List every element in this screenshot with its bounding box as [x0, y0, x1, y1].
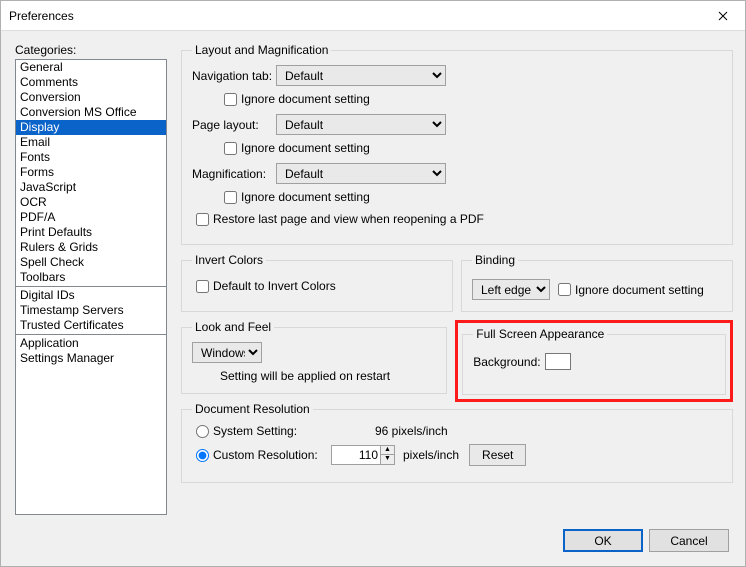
category-item[interactable]: OCR	[16, 195, 166, 210]
group-legend: Binding	[472, 253, 518, 267]
resolution-unit: pixels/inch	[403, 448, 459, 462]
page-ignore-checkbox[interactable]	[224, 142, 237, 155]
title-bar: Preferences	[1, 1, 745, 31]
category-separator	[16, 286, 166, 287]
spinner-up-icon[interactable]: ▲	[380, 445, 395, 455]
custom-resolution-radio[interactable]	[196, 449, 209, 462]
categories-list[interactable]: GeneralCommentsConversionConversion MS O…	[15, 59, 167, 515]
category-item[interactable]: Spell Check	[16, 255, 166, 270]
look-and-feel-note: Setting will be applied on restart	[220, 369, 436, 383]
close-icon	[718, 11, 728, 21]
category-item[interactable]: Conversion	[16, 90, 166, 105]
category-item[interactable]: JavaScript	[16, 180, 166, 195]
category-item[interactable]: Display	[16, 120, 166, 135]
binding-group: Binding Left edge Ignore document settin…	[461, 253, 733, 312]
look-and-feel-select[interactable]: Windows	[192, 342, 262, 363]
group-legend: Look and Feel	[192, 320, 274, 334]
restore-checkbox[interactable]	[196, 213, 209, 226]
close-button[interactable]	[700, 1, 745, 31]
fullscreen-appearance-group: Full Screen Appearance Background:	[462, 327, 726, 395]
highlight-box: Full Screen Appearance Background:	[455, 320, 733, 402]
categories-label: Categories:	[15, 43, 167, 57]
mag-ignore-label: Ignore document setting	[241, 190, 370, 204]
category-item[interactable]: Fonts	[16, 150, 166, 165]
group-legend: Full Screen Appearance	[473, 327, 607, 341]
invert-default-checkbox[interactable]	[196, 280, 209, 293]
category-item[interactable]: Conversion MS Office	[16, 105, 166, 120]
window-title: Preferences	[9, 9, 74, 23]
category-item[interactable]: Settings Manager	[16, 351, 166, 366]
nav-ignore-label: Ignore document setting	[241, 92, 370, 106]
category-item[interactable]: Digital IDs	[16, 288, 166, 303]
layout-and-magnification-group: Layout and Magnification Navigation tab:…	[181, 43, 733, 245]
system-setting-radio[interactable]	[196, 425, 209, 438]
custom-resolution-input[interactable]	[331, 445, 381, 465]
group-legend: Layout and Magnification	[192, 43, 331, 57]
page-ignore-label: Ignore document setting	[241, 141, 370, 155]
cancel-button[interactable]: Cancel	[649, 529, 729, 552]
reset-button[interactable]: Reset	[469, 444, 526, 466]
ok-button[interactable]: OK	[563, 529, 643, 552]
category-item[interactable]: Email	[16, 135, 166, 150]
category-item[interactable]: PDF/A	[16, 210, 166, 225]
category-item[interactable]: Timestamp Servers	[16, 303, 166, 318]
category-item[interactable]: Comments	[16, 75, 166, 90]
magnification-label: Magnification:	[192, 167, 276, 181]
nav-tab-label: Navigation tab:	[192, 69, 276, 83]
page-layout-label: Page layout:	[192, 118, 276, 132]
invert-default-label: Default to Invert Colors	[213, 279, 336, 293]
binding-ignore-checkbox[interactable]	[558, 283, 571, 296]
resolution-spinner[interactable]: ▲ ▼	[380, 445, 395, 465]
category-item[interactable]: General	[16, 60, 166, 75]
category-item[interactable]: Print Defaults	[16, 225, 166, 240]
binding-select[interactable]: Left edge	[472, 279, 550, 300]
preferences-dialog: Preferences Categories: GeneralCommentsC…	[0, 0, 746, 567]
category-item[interactable]: Rulers & Grids	[16, 240, 166, 255]
nav-ignore-checkbox[interactable]	[224, 93, 237, 106]
background-label: Background:	[473, 355, 540, 369]
group-legend: Document Resolution	[192, 402, 313, 416]
look-and-feel-group: Look and Feel Windows Setting will be ap…	[181, 320, 447, 394]
category-item[interactable]: Application	[16, 336, 166, 351]
background-color-swatch[interactable]	[545, 353, 571, 370]
binding-ignore-label: Ignore document setting	[575, 283, 704, 297]
category-item[interactable]: Forms	[16, 165, 166, 180]
spinner-down-icon[interactable]: ▼	[380, 455, 395, 465]
invert-colors-group: Invert Colors Default to Invert Colors	[181, 253, 453, 312]
custom-resolution-label: Custom Resolution:	[213, 448, 321, 462]
nav-tab-select[interactable]: Default	[276, 65, 446, 86]
category-item[interactable]: Trusted Certificates	[16, 318, 166, 333]
category-item[interactable]: Toolbars	[16, 270, 166, 285]
restore-label: Restore last page and view when reopenin…	[213, 212, 484, 226]
mag-ignore-checkbox[interactable]	[224, 191, 237, 204]
category-separator	[16, 334, 166, 335]
system-setting-label: System Setting:	[213, 424, 321, 438]
group-legend: Invert Colors	[192, 253, 266, 267]
document-resolution-group: Document Resolution System Setting: 96 p…	[181, 402, 733, 483]
page-layout-select[interactable]: Default	[276, 114, 446, 135]
settings-panel: Layout and Magnification Navigation tab:…	[181, 43, 733, 507]
system-setting-value: 96 pixels/inch	[375, 424, 448, 438]
magnification-select[interactable]: Default	[276, 163, 446, 184]
